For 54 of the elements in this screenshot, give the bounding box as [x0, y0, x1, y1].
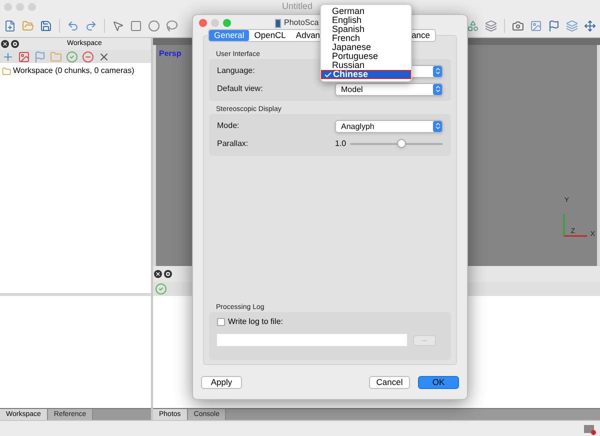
tree-item[interactable]: Workspace (0 chunks, 0 cameras) [13, 65, 134, 77]
dialog-button[interactable]: OK [418, 376, 459, 388]
menu-item-label: German [332, 7, 365, 16]
disable-icon[interactable] [80, 48, 96, 64]
menu-item[interactable]: German [321, 7, 411, 16]
move-icon[interactable] [582, 18, 598, 34]
lasso-icon[interactable] [164, 18, 180, 34]
stepper-icon [433, 120, 442, 132]
float-icon[interactable] [11, 40, 19, 48]
field-label: Language: [217, 65, 255, 77]
select-field[interactable]: Anaglyph [335, 120, 443, 132]
check-icon [324, 70, 332, 78]
app-icon [275, 18, 281, 28]
menu-item[interactable]: English [321, 16, 411, 25]
float-icon[interactable] [164, 270, 172, 278]
dialog-button[interactable]: Apply [201, 376, 242, 388]
field-label: Parallax: [217, 138, 248, 150]
parallax-reading: 1.0 [335, 138, 346, 150]
checkbox-label: Write log to file: [228, 316, 283, 328]
menu-item[interactable]: Portuguese [321, 52, 411, 61]
stack-icon[interactable] [564, 18, 580, 34]
slider-thumb[interactable] [397, 139, 406, 148]
menu-item-label: Spanish [332, 25, 365, 34]
window-title: Untitled [282, 0, 313, 14]
layers-icon[interactable] [483, 18, 499, 34]
menu-item[interactable]: Chinese [321, 70, 411, 79]
checkbox[interactable] [217, 318, 225, 326]
menu-item[interactable]: Japanese [321, 43, 411, 52]
circle-select-icon[interactable] [146, 18, 162, 34]
workspace-icon [2, 66, 11, 76]
zoom-icon[interactable] [223, 19, 231, 27]
select-value: Anaglyph [341, 120, 374, 132]
log-path-field[interactable] [217, 334, 407, 346]
menu-item-label: Chinese [333, 70, 368, 79]
enable-icon[interactable] [64, 48, 80, 64]
close-icon[interactable] [154, 270, 162, 278]
dialog-tab[interactable]: OpenCL [249, 30, 291, 41]
dialog-tab[interactable]: General [209, 30, 250, 41]
field-label: Default view: [217, 83, 263, 95]
select-field[interactable]: Model [335, 82, 443, 96]
menu-item-label: Portuguese [332, 52, 378, 61]
field-label: Mode: [217, 120, 240, 132]
menu-item[interactable]: Russian [321, 61, 411, 70]
select-value: Model [341, 84, 363, 94]
menu-item-label: Russian [332, 61, 365, 70]
menu-item-label: Japanese [332, 43, 372, 52]
dialog-button[interactable]: Cancel [369, 376, 410, 388]
menu-item-label: English [332, 16, 362, 25]
viewport-label: Persp [159, 48, 182, 60]
dialog-title: PhotoSca [284, 17, 319, 29]
status-icon [584, 424, 594, 432]
close-icon[interactable] [1, 40, 9, 48]
menu-item-label: French [332, 34, 360, 43]
stepper-icon [433, 84, 442, 94]
